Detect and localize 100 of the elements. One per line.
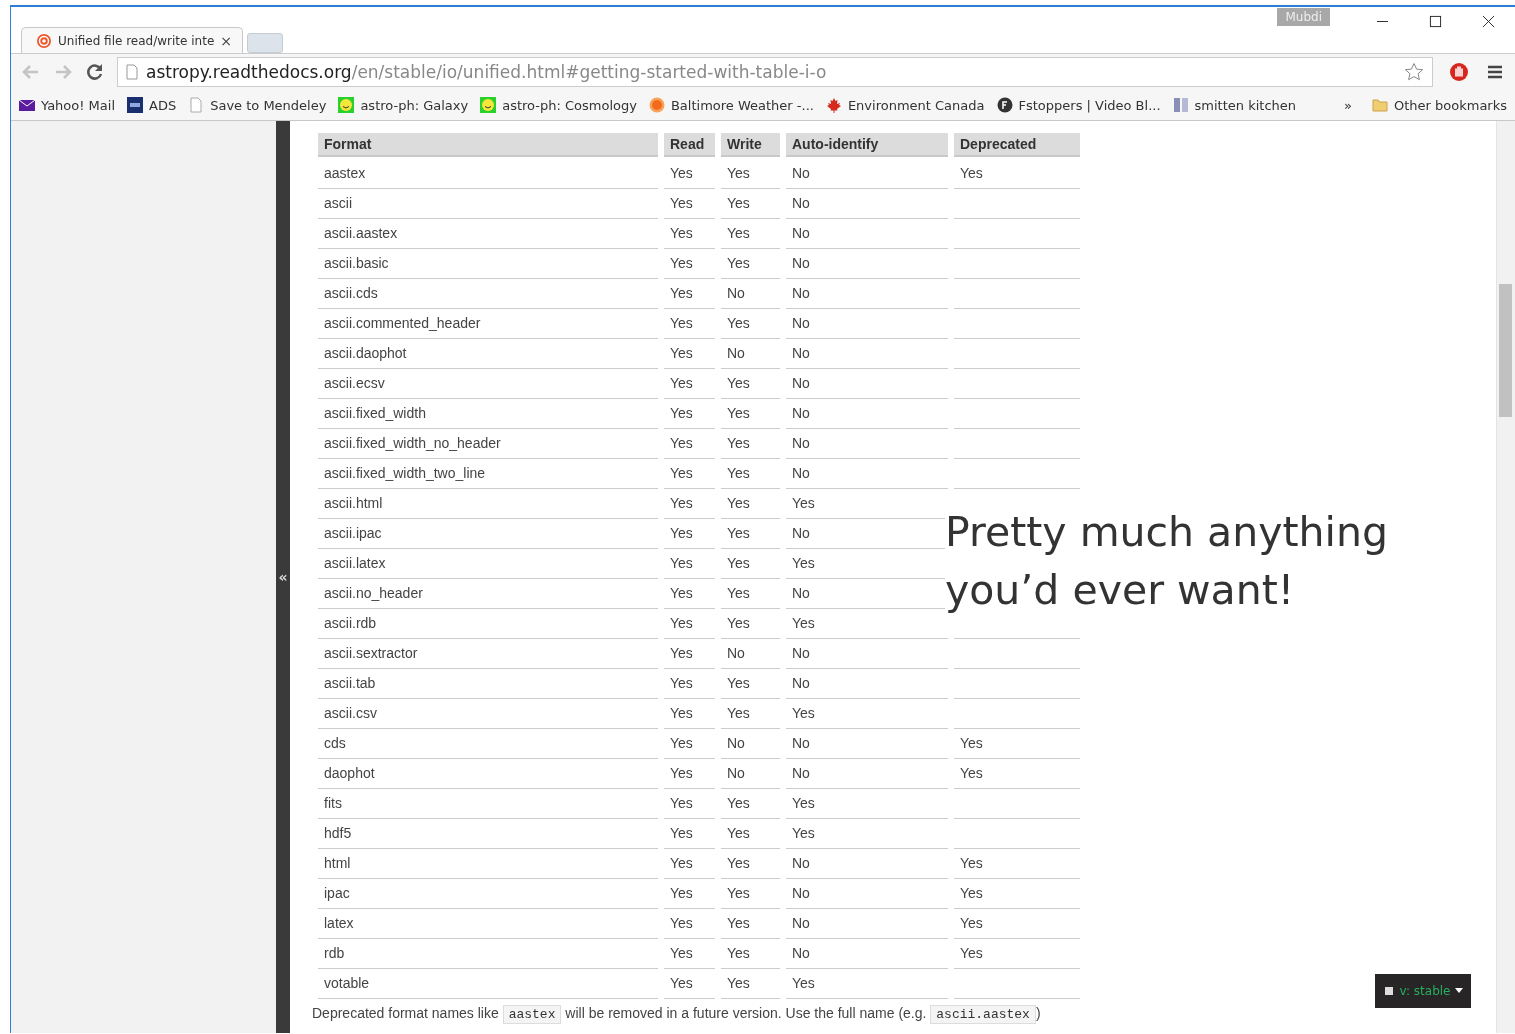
page-icon [126, 64, 138, 80]
table-cell: ascii.latex [324, 555, 386, 571]
bookmark-label: Yahoo! Mail [41, 97, 115, 113]
table-cell: Yes [670, 795, 693, 811]
table-cell: Yes [960, 855, 983, 871]
table-cell: Yes [792, 825, 815, 841]
column-header: Auto-identify [786, 133, 948, 157]
table-cell: Yes [727, 945, 750, 961]
table-cell: Yes [727, 255, 750, 271]
table-cell: Yes [960, 945, 983, 961]
table-cell: ascii.fixed_width_no_header [324, 435, 501, 451]
table-cell: daophot [324, 765, 375, 781]
table-cell: rdb [324, 945, 345, 961]
table-cell: No [792, 525, 810, 541]
table-cell: Yes [670, 765, 693, 781]
table-cell: Yes [792, 495, 815, 511]
table-cell: Yes [960, 765, 983, 781]
table-cell: hdf5 [324, 825, 352, 841]
table-cell: Yes [670, 915, 693, 931]
table-cell: Yes [670, 675, 693, 691]
column-header: Format [318, 133, 658, 157]
table-cell: Yes [792, 705, 815, 721]
table-cell: ascii.ipac [324, 525, 382, 541]
table-cell: No [727, 765, 745, 781]
footnote-text: Deprecated format names like aastex will be removed in a future version. Use the full name (e.g. ascii.aastex ) [312, 1005, 1042, 1022]
table-cell: No [792, 915, 810, 931]
table-cell: Yes [960, 885, 983, 901]
maximize-icon[interactable] [1429, 15, 1442, 28]
table-cell: Yes [727, 915, 750, 931]
smiley-icon [338, 97, 355, 113]
table-cell: Yes [960, 165, 983, 181]
table-cell: Yes [727, 975, 750, 991]
table-cell: Yes [670, 855, 693, 871]
table-cell: Yes [670, 195, 693, 211]
bookmark[interactable]: Save to Mendeley [188, 97, 327, 113]
table-cell: ascii.ecsv [324, 375, 385, 391]
other-bookmarks-button[interactable]: Other bookmarks [1372, 97, 1507, 113]
reload-icon[interactable] [85, 62, 105, 82]
bookmark-label: smitten kitchen [1194, 97, 1297, 113]
bookmark-label: Save to Mendeley [210, 97, 327, 113]
table-cell: cds [324, 735, 346, 751]
table-cell: Yes [792, 615, 815, 631]
collapse-toggle[interactable]: « [278, 569, 288, 585]
table-cell: ascii.basic [324, 255, 389, 271]
table-cell: Yes [670, 705, 693, 721]
address-bar[interactable]: astropy.readthedocs.org/en/stable/io/unified.html#getting-started-with-table-i-o [117, 57, 1433, 87]
table-cell: Yes [727, 675, 750, 691]
table-cell: Yes [670, 945, 693, 961]
table-cell: No [727, 285, 745, 301]
table-cell: ascii.csv [324, 705, 377, 721]
close-icon[interactable] [1482, 15, 1495, 28]
table-cell: Yes [670, 585, 693, 601]
table-cell: ascii.sextractor [324, 645, 418, 661]
table-cell: No [792, 945, 810, 961]
table-cell: Yes [727, 165, 750, 181]
table-cell: Yes [727, 375, 750, 391]
browser-tab[interactable]: Unified file read/write inte × [21, 27, 243, 53]
table-cell: Yes [727, 405, 750, 421]
bookmarks-overflow-button[interactable]: » [1336, 97, 1360, 113]
star-icon[interactable] [1404, 62, 1424, 82]
bookmark[interactable]: Yahoo! Mail [19, 97, 115, 113]
table-cell: Yes [727, 825, 750, 841]
table-cell: Yes [670, 465, 693, 481]
table-cell: No [727, 645, 745, 661]
table-cell: No [792, 435, 810, 451]
table-cell: Yes [727, 585, 750, 601]
version-badge[interactable]: v: stable [1375, 974, 1471, 1008]
table-cell: No [792, 405, 810, 421]
table-cell: Yes [727, 435, 750, 451]
scrollbar[interactable] [1496, 121, 1515, 1033]
bookmark-label: ADS [149, 97, 177, 113]
table-cell: Yes [670, 375, 693, 391]
table-cell: No [792, 645, 810, 661]
table-cell: Yes [727, 555, 750, 571]
table-cell: Yes [670, 825, 693, 841]
table-cell: No [792, 675, 810, 691]
bookmark[interactable]: smitten kitchen [1172, 97, 1297, 113]
table-cell: ascii.cds [324, 285, 378, 301]
table-cell: latex [324, 915, 354, 931]
table-cell: Yes [727, 705, 750, 721]
sidebar-toggle-bar[interactable]: « [276, 121, 290, 1033]
table-cell: Yes [670, 165, 693, 181]
table-cell: No [792, 765, 810, 781]
bookmark[interactable]: astro-ph: Galaxy [338, 97, 469, 113]
table-cell: ascii.aastex [324, 225, 398, 241]
table-cell: Yes [727, 795, 750, 811]
table-cell: Yes [960, 915, 983, 931]
url-text: astropy.readthedocs.org/en/stable/io/unified.html#getting-started-with-table-i-o [146, 62, 827, 82]
table-cell: Yes [727, 195, 750, 211]
table-cell: Yes [727, 855, 750, 871]
folder-icon [1372, 97, 1388, 113]
table-cell: ascii.fixed_width_two_line [324, 465, 486, 481]
tab-close-button[interactable]: × [220, 32, 232, 49]
envelope-icon [19, 97, 35, 113]
table-cell: Yes [670, 495, 693, 511]
table-cell: Yes [670, 405, 693, 421]
circle-logo-icon [996, 97, 1013, 113]
bookmark[interactable]: ADS [127, 97, 177, 113]
column-header: Read [664, 133, 715, 157]
table-cell: No [792, 315, 810, 331]
